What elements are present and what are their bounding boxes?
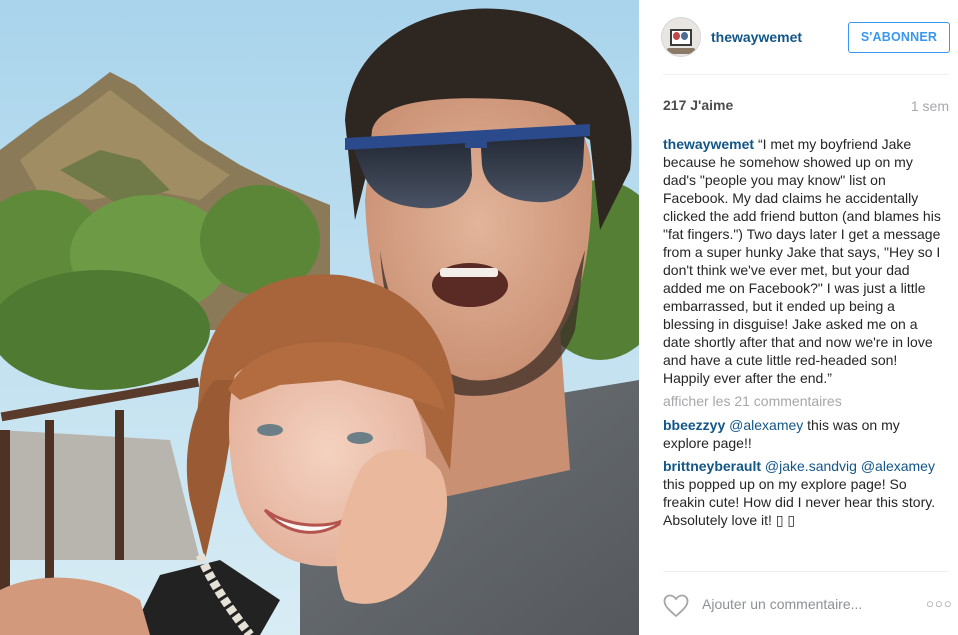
- post-time[interactable]: 1 sem: [911, 98, 949, 114]
- more-options-icon[interactable]: ○○○: [926, 596, 953, 611]
- comment-mention[interactable]: @jake.sandvig: [765, 458, 857, 474]
- comment-mention[interactable]: @alexamey: [729, 417, 803, 433]
- divider: [663, 571, 949, 572]
- comment-item: bbeezzyy @alexamey this was on my explor…: [663, 416, 947, 452]
- heart-icon[interactable]: [663, 594, 689, 618]
- post-header: thewaywemet S'ABONNER: [639, 0, 958, 74]
- add-comment-input[interactable]: Ajouter un commentaire...: [702, 596, 862, 612]
- comments-list: thewaywemet “I met my boyfriend Jake bec…: [663, 135, 947, 531]
- likes-count[interactable]: 217 J'aime: [663, 97, 733, 113]
- avatar-base: [667, 48, 695, 54]
- avatar[interactable]: [661, 17, 701, 57]
- comment-item: brittneyberault @jake.sandvig @alexamey …: [663, 457, 947, 529]
- avatar-figure-red: [673, 32, 680, 40]
- follow-button[interactable]: S'ABONNER: [848, 22, 950, 53]
- post-photo[interactable]: [0, 0, 639, 635]
- comment-mention[interactable]: @alexamey: [861, 458, 935, 474]
- comment-username[interactable]: bbeezzyy: [663, 417, 725, 433]
- avatar-figure-blue: [681, 32, 688, 40]
- post-footer: Ajouter un commentaire... ○○○: [639, 585, 958, 625]
- post-details-panel: thewaywemet S'ABONNER 217 J'aime 1 sem t…: [639, 0, 958, 635]
- divider: [663, 74, 949, 75]
- post-username[interactable]: thewaywemet: [711, 29, 802, 45]
- caption-text: “I met my boyfriend Jake because he some…: [663, 136, 941, 386]
- comment-text: this popped up on my explore page! So fr…: [663, 476, 936, 528]
- view-all-comments-link[interactable]: afficher les 21 commentaires: [663, 392, 947, 410]
- caption-username[interactable]: thewaywemet: [663, 136, 754, 152]
- comment-username[interactable]: brittneyberault: [663, 458, 761, 474]
- post-caption: thewaywemet “I met my boyfriend Jake bec…: [663, 135, 947, 387]
- couple-selfie-image: [0, 0, 639, 635]
